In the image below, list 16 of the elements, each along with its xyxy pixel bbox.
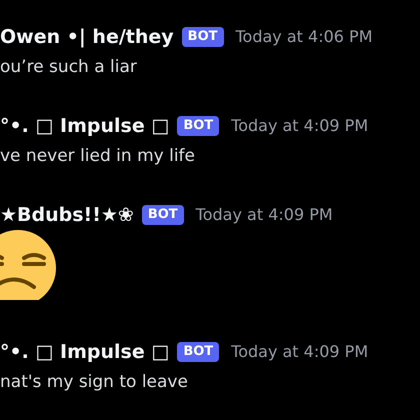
message-text: nat's my sign to leave — [0, 371, 188, 394]
bot-tag: BOT — [177, 342, 220, 362]
bot-tag: BOT — [142, 205, 184, 225]
bot-tag: BOT — [182, 27, 224, 47]
unamused-face-icon — [0, 230, 58, 300]
message-text: ou’re such a liar — [0, 56, 137, 79]
timestamp: Today at 4:09 PM — [231, 341, 368, 363]
author-name[interactable]: °•. □ Impulse □ — [0, 338, 170, 366]
author-name[interactable]: °•. □ Impulse □ — [0, 112, 170, 140]
timestamp: Today at 4:06 PM — [236, 26, 372, 48]
timestamp: Today at 4:09 PM — [231, 115, 368, 137]
author-name[interactable]: Owen •| he/they — [0, 22, 174, 52]
bot-tag: BOT — [177, 116, 220, 136]
message-text: ve never lied in my life — [0, 145, 195, 168]
author-name[interactable]: ★Bdubs!!★❀ — [0, 200, 134, 230]
timestamp: Today at 4:09 PM — [196, 204, 333, 226]
